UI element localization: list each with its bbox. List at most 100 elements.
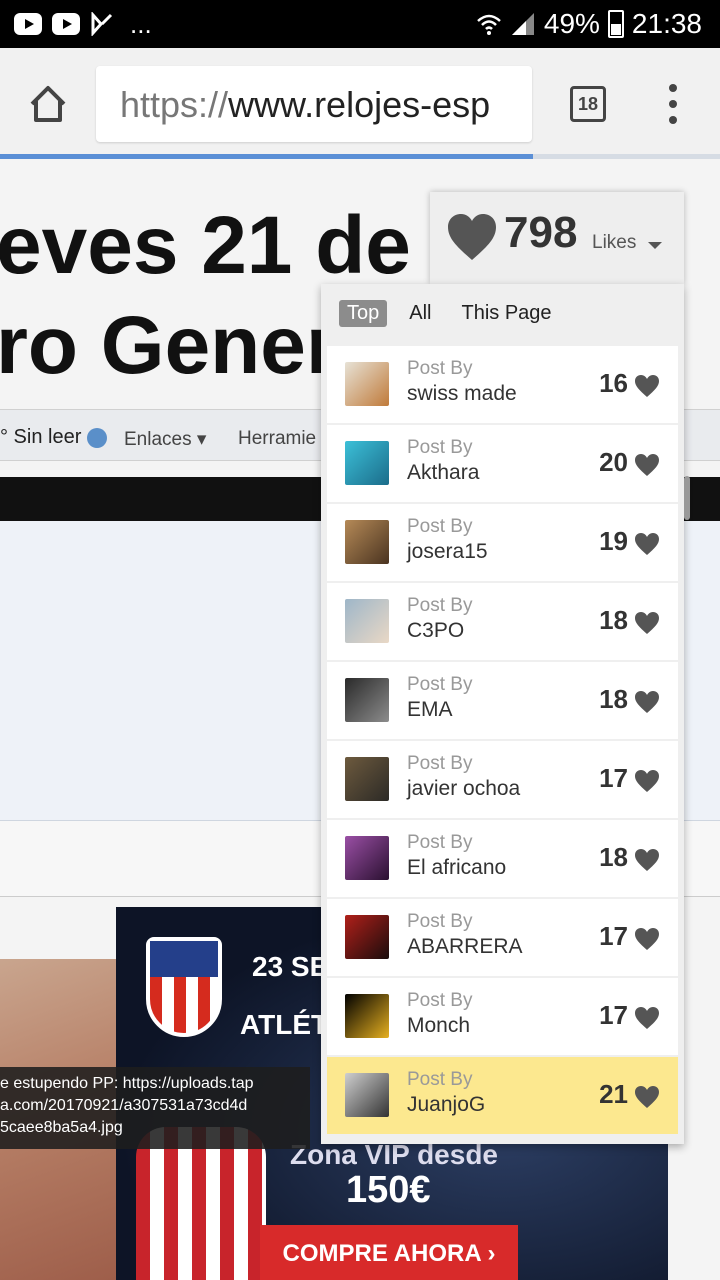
wifi-icon	[477, 14, 501, 35]
username[interactable]: Akthara	[407, 461, 479, 485]
buy-now-button[interactable]: COMPRE AHORA ›	[260, 1225, 518, 1280]
post-by-label: Post By	[407, 516, 473, 537]
post-by-label: Post By	[407, 911, 473, 932]
avatar	[345, 836, 389, 880]
heart-icon	[635, 612, 659, 634]
heart-icon	[635, 1086, 659, 1108]
heart-icon	[635, 770, 659, 792]
chevron-down-icon: ▾	[196, 429, 207, 450]
page-headline-line1: eves 21 de	[0, 200, 411, 291]
avatar	[345, 678, 389, 722]
heart-icon	[635, 928, 659, 950]
likes-list-item[interactable]: Post By Monch 17	[327, 978, 678, 1055]
ad-date: 23 SE	[252, 951, 329, 982]
likes-list-item[interactable]: Post By josera15 19	[327, 504, 678, 581]
likes-list: Post By swiss made 16 Post By Akthara 20 Post …	[327, 346, 678, 1136]
post-by-label: Post By	[407, 832, 473, 853]
like-count: 21	[599, 1079, 628, 1109]
likes-list-item[interactable]: Post By Akthara 20	[327, 425, 678, 502]
username[interactable]: swiss made	[407, 382, 517, 406]
like-count: 19	[599, 526, 628, 556]
signal-icon	[511, 13, 534, 35]
links-menu-label: Enlaces	[124, 429, 192, 450]
likes-filter-tabs: Top All This Page	[339, 300, 560, 327]
battery-percent: 49%	[543, 8, 600, 39]
likes-list-item[interactable]: Post By C3PO 18	[327, 583, 678, 660]
status-bar: ... 49% 21:38	[0, 0, 720, 48]
post-by-label: Post By	[407, 674, 473, 695]
username[interactable]: C3PO	[407, 619, 464, 643]
tools-menu[interactable]: Herramie	[238, 428, 316, 450]
heart-icon	[635, 454, 659, 476]
ad-team: ATLÉT	[240, 1009, 329, 1040]
likes-filter-tab[interactable]: Top	[339, 300, 388, 327]
likes-list-item[interactable]: Post By swiss made 16	[327, 346, 678, 423]
overflow-menu-icon[interactable]	[666, 84, 680, 124]
post-by-label: Post By	[407, 753, 473, 774]
like-count: 18	[599, 605, 628, 635]
post-by-label: Post By	[407, 437, 473, 458]
likes-list-item[interactable]: Post By El africano 18	[327, 820, 678, 897]
more-notifications: ...	[130, 9, 152, 39]
post-by-label: Post By	[407, 358, 473, 379]
likes-dropdown: Top All This Page Post By swiss made 16 Post …	[321, 284, 684, 1144]
heart-icon	[635, 849, 659, 871]
clock: 21:38	[631, 8, 702, 39]
system-status: 49% 21:38	[476, 8, 702, 40]
unread-label: ° Sin leer	[0, 426, 82, 448]
post-by-label: Post By	[407, 990, 473, 1011]
ad-player-image	[136, 1127, 266, 1280]
unread-link[interactable]: ° Sin leer	[0, 426, 108, 449]
post-by-label: Post By	[407, 1069, 473, 1090]
likes-list-item[interactable]: Post By javier ochoa 17	[327, 741, 678, 818]
username[interactable]: javier ochoa	[407, 777, 520, 801]
post-by-label: Post By	[407, 595, 473, 616]
url-scheme: https://	[120, 84, 229, 125]
likes-label: Likes	[592, 232, 637, 253]
home-icon[interactable]	[26, 82, 70, 126]
url-bar[interactable]: https://www.relojes-esp	[96, 66, 532, 142]
scrollbar-thumb[interactable]	[684, 476, 690, 520]
likes-list-item[interactable]: Post By EMA 18	[327, 662, 678, 739]
like-count: 18	[599, 684, 628, 714]
username[interactable]: ABARRERA	[407, 935, 523, 959]
avatar	[345, 599, 389, 643]
chevron-down-icon	[648, 242, 662, 249]
like-count: 18	[599, 842, 628, 872]
like-count: 17	[599, 763, 628, 793]
likes-list-item[interactable]: Post By JuanjoG 21	[327, 1057, 678, 1134]
like-count: 17	[599, 921, 628, 951]
avatar	[345, 757, 389, 801]
avatar	[345, 520, 389, 564]
avatar	[345, 1073, 389, 1117]
username[interactable]: El africano	[407, 856, 506, 880]
likes-filter-tab[interactable]: This Page	[453, 300, 559, 327]
like-count: 17	[599, 1000, 628, 1030]
youtube-notification-icon	[52, 13, 80, 35]
avatar	[345, 362, 389, 406]
heart-icon	[635, 691, 659, 713]
avatar	[345, 994, 389, 1038]
username[interactable]: EMA	[407, 698, 453, 722]
battery-icon	[607, 10, 624, 38]
username[interactable]: JuanjoG	[407, 1093, 485, 1117]
heart-icon	[448, 214, 496, 260]
club-crest-icon	[146, 937, 222, 1037]
likes-button[interactable]: 798 Likes	[430, 192, 684, 284]
username[interactable]: josera15	[407, 540, 488, 564]
heart-icon	[635, 533, 659, 555]
likes-filter-tab[interactable]: All	[401, 300, 439, 327]
like-count: 16	[599, 368, 628, 398]
notification-icons: ...	[14, 9, 152, 39]
username[interactable]: Monch	[407, 1014, 470, 1038]
check-notification-icon	[91, 12, 113, 36]
tab-switcher-button[interactable]: 18	[570, 86, 606, 122]
links-menu[interactable]: Enlaces ▾	[124, 428, 206, 451]
likes-list-item[interactable]: Post By ABARRERA 17	[327, 899, 678, 976]
heart-icon	[635, 375, 659, 397]
youtube-notification-icon	[14, 13, 42, 35]
heart-icon	[635, 1007, 659, 1029]
likes-count: 798	[504, 208, 578, 257]
like-count: 20	[599, 447, 628, 477]
ad-price: 150€	[346, 1169, 431, 1211]
